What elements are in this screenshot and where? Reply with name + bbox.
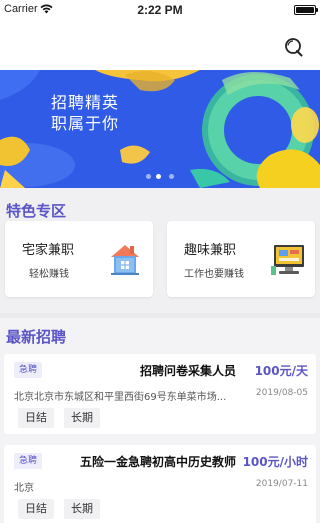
job-card[interactable]: 急聘 五险一金急聘初高中历史教师 100元/小时 北京 2019/07-11 日… [4,445,316,523]
computer-icon [271,245,304,275]
banner-headline: 招聘精英职属于你 [51,93,120,133]
job-tag: 长期 [64,408,100,428]
search-icon[interactable] [282,36,304,58]
status-bar: Carrier 2:22 PM [0,0,320,20]
latest-title: 最新招聘 [6,328,67,346]
job-date: 2019/07-11 [255,479,308,489]
job-address: 北京 [14,483,34,494]
battery-icon [294,5,318,15]
job-salary: 100元/天 [254,364,308,378]
job-date: 2019/08-05 [255,388,308,398]
feature-card-home-job[interactable]: 宅家兼职 轻松赚钱 [5,221,153,297]
carousel-dot-1[interactable] [146,174,151,179]
feature-card-title: 宅家兼职 [22,243,75,258]
house-icon [111,245,139,275]
carousel-dot-2[interactable] [156,174,161,179]
carousel-dot-3[interactable] [169,174,174,179]
job-address: 北京北京市东城区和平里西街69号东单菜市场... [14,392,227,403]
feature-card-fun-job[interactable]: 趣味兼职 工作也要赚钱 [167,221,315,297]
feature-card-title: 趣味兼职 [184,243,237,258]
job-salary: 100元/小时 [242,455,308,469]
job-tag: 日结 [18,408,54,428]
top-nav [0,20,320,70]
job-title: 招聘问卷采集人员 [139,364,236,378]
promo-banner[interactable]: 招聘精英职属于你 [0,70,320,188]
clock: 2:22 PM [137,3,183,17]
job-tag: 日结 [18,499,54,519]
job-title: 五险一金急聘初高中历史教师 [79,455,236,469]
job-tag: 长期 [64,499,100,519]
feature-card-subtitle: 工作也要赚钱 [184,269,244,280]
banner-illustration [0,70,320,188]
feature-card-subtitle: 轻松赚钱 [29,269,69,280]
job-card[interactable]: 急聘 招聘问卷采集人员 100元/天 北京北京市东城区和平里西街69号东单菜市场… [4,354,316,434]
featured-title: 特色专区 [6,202,67,220]
